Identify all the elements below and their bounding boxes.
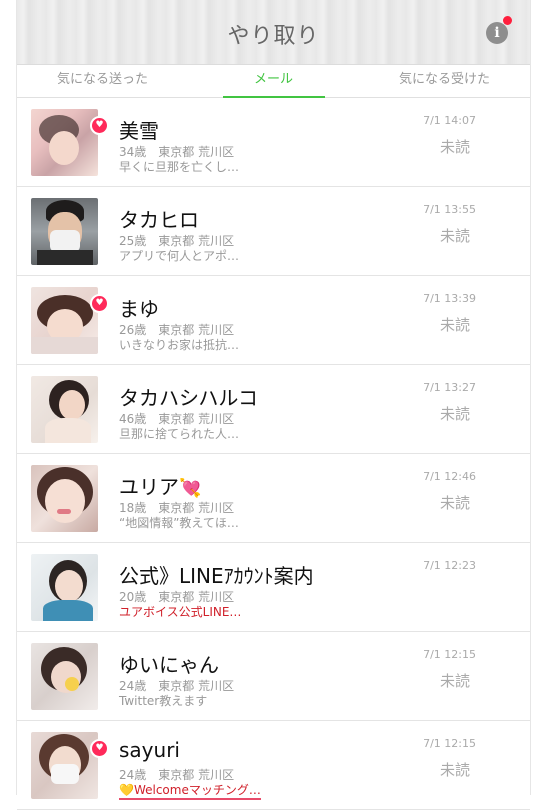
message-row[interactable]: タカヒロ 25歳 東京都 荒川区 アプリで何人とアポ… 7/1 13:55 未読 — [17, 187, 530, 276]
message-preview: 💛Welcomeマッチング… — [119, 781, 261, 800]
message-row[interactable]: タカハシハルコ 46歳 東京都 荒川区 旦那に捨てられた人… 7/1 13:27… — [17, 365, 530, 454]
tab-bar: 気になる送った メール 気になる受けた — [17, 65, 530, 98]
favorite-heart-icon: ♥ — [90, 294, 109, 313]
notification-dot — [503, 16, 512, 25]
info-icon: i — [494, 25, 500, 41]
read-status: 未読 — [439, 761, 470, 779]
heart-arrow-icon: 💘 — [179, 478, 202, 499]
message-time: 7/1 14:07 — [423, 114, 476, 127]
avatar[interactable] — [31, 554, 98, 621]
tab-likes-received[interactable]: 気になる受けた — [359, 65, 530, 97]
contact-name: まゆ — [119, 297, 159, 321]
message-row[interactable]: 公式》LINEｱｶｳﾝﾄ案内 20歳 東京都 荒川区 ユアボイス公式LINE… … — [17, 543, 530, 632]
contact-name: ゆいにゃん — [119, 653, 219, 677]
app-frame: やり取り i 気になる送った メール 気になる受けた ♥ 美雪 34歳 東京都 … — [16, 0, 531, 810]
info-button[interactable]: i — [486, 16, 512, 44]
read-status: 未読 — [439, 494, 470, 512]
message-time: 7/1 12:23 — [423, 559, 476, 572]
message-row[interactable]: ゆいにゃん 24歳 東京都 荒川区 Twitter教えます 7/1 12:15 … — [17, 632, 530, 721]
message-preview: “地図情報”教えてほ… — [119, 516, 239, 530]
message-preview: 早くに旦那を亡くし… — [119, 160, 240, 174]
message-row[interactable]: ♥ まゆ 26歳 東京都 荒川区 いきなりお家は抵抗… 7/1 13:39 未読 — [17, 276, 530, 365]
message-time: 7/1 13:39 — [423, 292, 476, 305]
message-time: 7/1 12:46 — [423, 470, 476, 483]
page-title: やり取り — [227, 24, 320, 49]
header-bar: やり取り i — [17, 0, 530, 65]
avatar[interactable] — [31, 109, 98, 176]
message-time: 7/1 13:55 — [423, 203, 476, 216]
contact-name: タカヒロ — [119, 208, 199, 232]
read-status: 未読 — [439, 672, 470, 690]
contact-name: 美雪 — [119, 119, 159, 143]
avatar[interactable] — [31, 732, 98, 799]
message-row[interactable]: ユリア💘 18歳 東京都 荒川区 “地図情報”教えてほ… 7/1 12:46 未… — [17, 454, 530, 543]
avatar[interactable] — [31, 376, 98, 443]
tab-likes-sent[interactable]: 気になる送った — [17, 65, 188, 97]
message-preview: アプリで何人とアポ… — [119, 249, 240, 263]
message-time: 7/1 12:15 — [423, 648, 476, 661]
contact-name-text: ユリア — [119, 475, 179, 499]
contact-name: ユリア💘 — [119, 471, 201, 500]
message-preview: ユアボイス公式LINE… — [119, 605, 242, 619]
contact-name: タカハシハルコ — [119, 386, 258, 410]
avatar[interactable] — [31, 465, 98, 532]
avatar[interactable] — [31, 198, 98, 265]
contact-name: sayuri — [119, 738, 180, 762]
message-row[interactable]: ♥ sayuri 24歳 東京都 荒川区 💛Welcomeマッチング… 7/1 … — [17, 721, 530, 810]
read-status: 未読 — [439, 405, 470, 423]
read-status: 未読 — [439, 316, 470, 334]
favorite-heart-icon: ♥ — [90, 116, 109, 135]
message-preview: いきなりお家は抵抗… — [119, 338, 240, 352]
tab-mail[interactable]: メール — [188, 65, 359, 98]
avatar[interactable] — [31, 287, 98, 354]
message-preview: Twitter教えます — [119, 694, 208, 708]
message-preview: 旦那に捨てられた人… — [119, 427, 240, 441]
avatar[interactable] — [31, 643, 98, 710]
message-row[interactable]: ♥ 美雪 34歳 東京都 荒川区 早くに旦那を亡くし… 7/1 14:07 未読 — [17, 98, 530, 187]
favorite-heart-icon: ♥ — [90, 739, 109, 758]
message-time: 7/1 12:15 — [423, 737, 476, 750]
message-list: ♥ 美雪 34歳 東京都 荒川区 早くに旦那を亡くし… 7/1 14:07 未読… — [17, 98, 530, 810]
message-time: 7/1 13:27 — [423, 381, 476, 394]
contact-name: 公式》LINEｱｶｳﾝﾄ案内 — [119, 564, 314, 588]
read-status: 未読 — [439, 227, 470, 245]
read-status: 未読 — [439, 138, 470, 156]
